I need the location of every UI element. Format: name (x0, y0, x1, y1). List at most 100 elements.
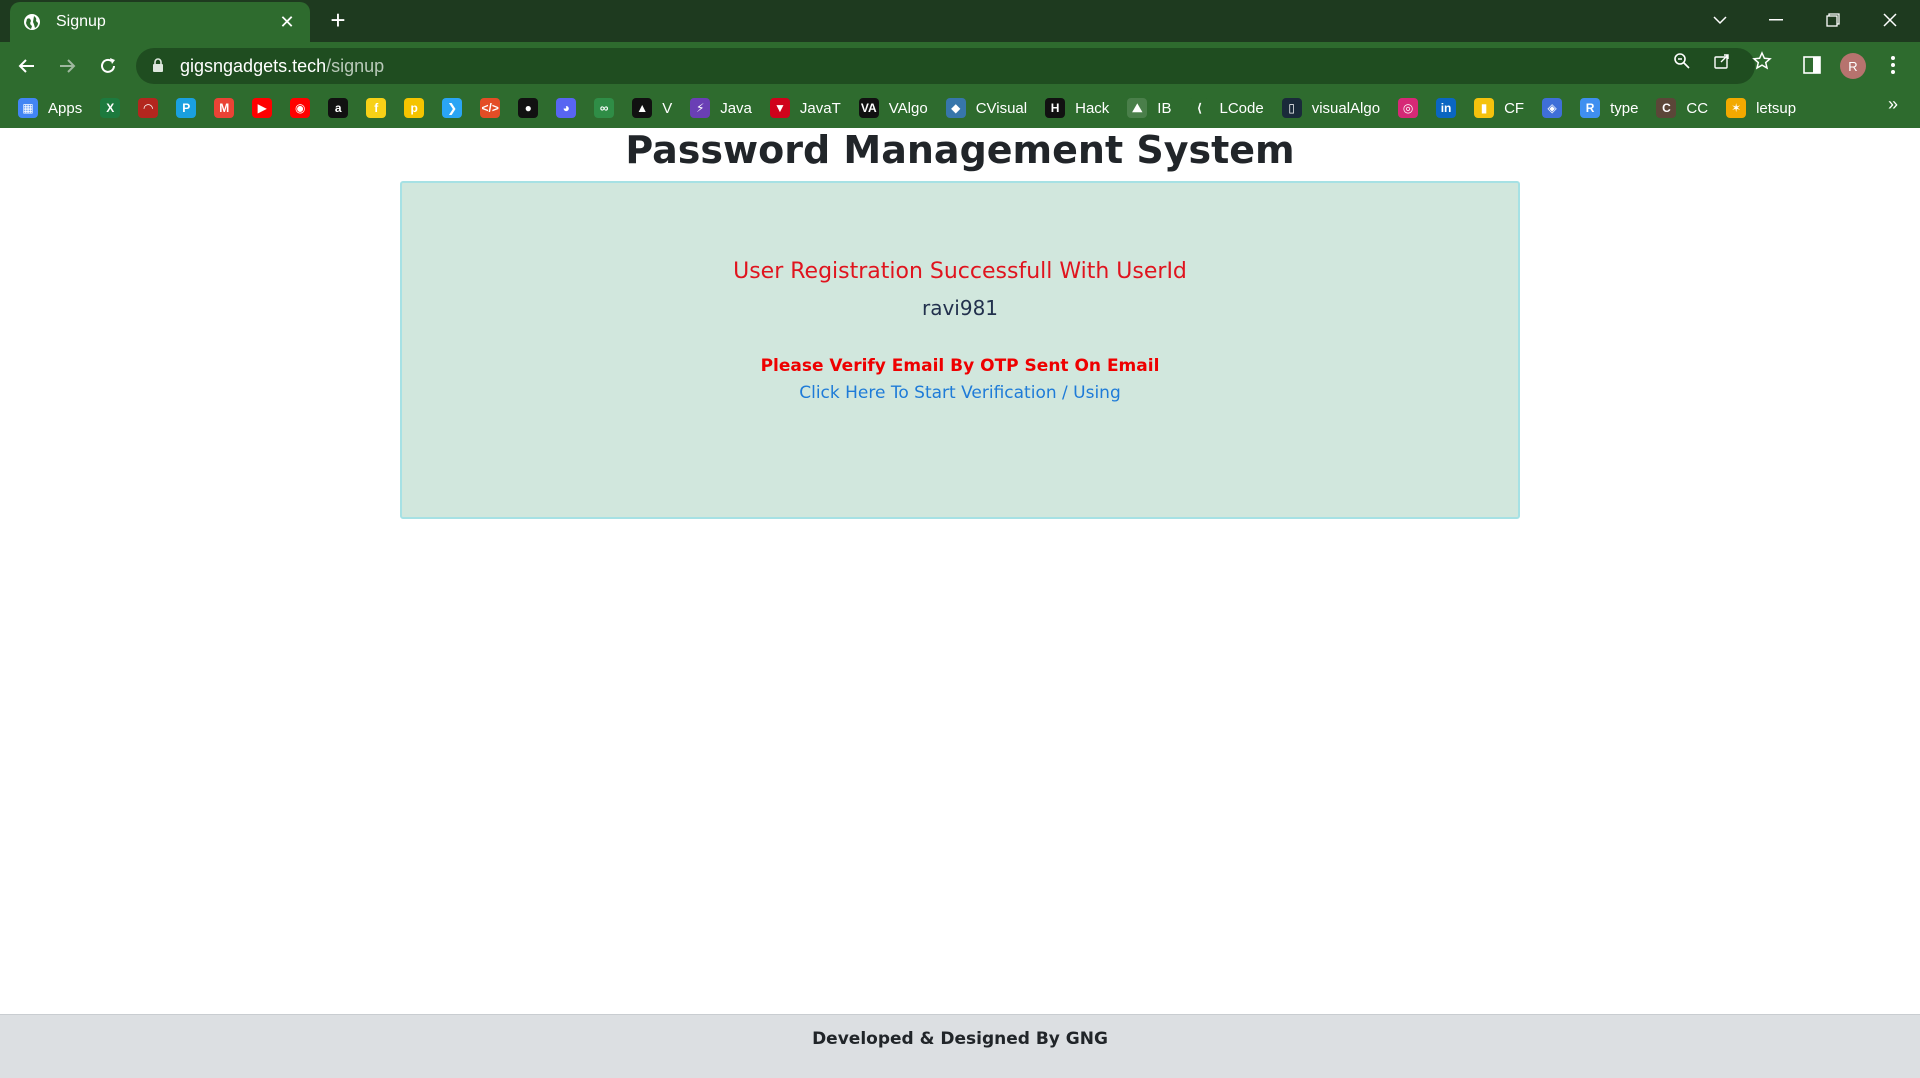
bookmark-github[interactable]: ● (518, 94, 539, 122)
bookmark-youtube[interactable]: ▶ (252, 94, 273, 122)
bookmark-hack[interactable]: H Hack (1045, 94, 1109, 122)
bookmark-flipkart[interactable]: f (366, 94, 387, 122)
bookmark-p[interactable]: p (404, 94, 425, 122)
arrow-icon: ❯ (442, 98, 463, 118)
youtube-music-icon: ◉ (290, 98, 311, 118)
codeforces-icon: ▮ (1474, 98, 1495, 118)
lock-icon (152, 58, 166, 74)
bookmark-discord[interactable]: ◕ (556, 94, 577, 122)
success-message: User Registration Successfull With UserI… (733, 259, 1187, 284)
bookmark-cc[interactable]: C CC (1656, 94, 1708, 122)
bookmark-label: CC (1686, 99, 1709, 117)
minimize-icon[interactable] (1756, 6, 1796, 34)
letsup-icon: ✶ (1726, 98, 1747, 118)
bookmark-cf[interactable]: ▮ CF (1474, 94, 1524, 122)
reload-icon[interactable] (92, 50, 124, 82)
bookmark-star-icon[interactable] (1751, 50, 1773, 72)
leetcode-icon: ⟨ (1189, 98, 1210, 118)
side-panel-icon[interactable] (1797, 50, 1827, 80)
bookmark-ib[interactable]: ⛰ IB (1127, 94, 1171, 122)
discord-icon: ◕ (556, 98, 577, 118)
bookmark-v[interactable]: ▲ V (632, 94, 672, 122)
bookmark-java[interactable]: ⚡ Java (690, 94, 752, 122)
github-icon: ● (518, 98, 539, 118)
bookmark-type[interactable]: Rtype (1580, 94, 1638, 122)
bookmark-gmail[interactable]: M (214, 94, 235, 122)
bookmark-cvisual[interactable]: ◆ CVisual (945, 94, 1027, 122)
paytm-icon: P (176, 98, 197, 118)
registration-success-card: User Registration Successfull With UserI… (400, 181, 1520, 519)
tab-search-icon[interactable] (1700, 6, 1740, 34)
bookmark-label: Hack (1075, 99, 1110, 117)
page-title: Password Management System (625, 128, 1295, 172)
bookmark-diamond[interactable]: ◈ (1542, 94, 1563, 122)
forward-arrow-icon[interactable] (51, 50, 83, 82)
back-arrow-icon[interactable] (11, 50, 43, 82)
url-path: /signup (326, 55, 385, 76)
va-icon: VA (858, 98, 879, 118)
v-triangle-icon: ▲ (632, 98, 653, 118)
bookmarks-overflow-icon[interactable]: » (1888, 94, 1898, 115)
apps-grid-icon: ▦ (18, 98, 38, 118)
typeracer-icon: R (1580, 98, 1601, 118)
speedometer-icon: ◠ (138, 98, 159, 118)
bookmark-label: CF (1504, 99, 1525, 117)
restore-icon[interactable] (1813, 6, 1853, 34)
share-icon[interactable] (1711, 50, 1733, 72)
bookmark-label: JavaT (799, 99, 841, 117)
bookmark-javat[interactable]: ▼ JavaT (769, 94, 841, 122)
verify-email-message: Please Verify Email By OTP Sent On Email (760, 356, 1160, 376)
url-domain: gigsngadgets.tech (180, 55, 327, 76)
bookmark-linkedin[interactable]: in (1436, 94, 1457, 122)
bolt-icon: ⚡ (690, 98, 711, 118)
bookmark-paytm[interactable]: P (176, 94, 197, 122)
amazon-icon: a (328, 98, 349, 118)
bookmark-apps[interactable]: ▦ Apps (18, 94, 82, 122)
bookmarks-bar: ▦ Apps X ◠ P M ▶ ◉ a f p ❯ </> ● ◕ ∞ ▲ V ⚡ Java ▼ JavaT VA VAlg… (0, 88, 1920, 128)
tab-strip: Signup ✕ + (0, 0, 1920, 42)
profile-avatar[interactable]: R (1840, 53, 1866, 79)
bookmark-label: VAlgo (888, 99, 928, 117)
bookmark-label: letsup (1756, 99, 1797, 117)
geeks-icon: ∞ (594, 98, 615, 118)
bookmark-youtube-music[interactable]: ◉ (290, 94, 311, 122)
flipkart-icon: f (366, 98, 387, 118)
bookmark-arrow[interactable]: ❯ (442, 94, 463, 122)
codechef-icon: C (1656, 98, 1677, 118)
bookmark-speedometer[interactable]: ◠ (138, 94, 159, 122)
new-tab-button[interactable]: + (324, 6, 352, 34)
excel-icon: X (100, 98, 121, 118)
bookmark-amazon[interactable]: a (328, 94, 349, 122)
bookmark-valgo[interactable]: VA VAlgo (858, 94, 928, 122)
diamond-icon: ◈ (1542, 98, 1563, 118)
bookmark-label: visualAlgo (1311, 99, 1381, 117)
bookmark-letsup[interactable]: ✶ letsup (1726, 94, 1796, 122)
visualalgo-icon: ▯ (1281, 98, 1302, 118)
bookmark-label: IB (1157, 99, 1172, 117)
p-icon: p (404, 98, 425, 118)
bookmark-instagram[interactable]: ◎ (1398, 94, 1419, 122)
tab-close-icon[interactable]: ✕ (276, 12, 298, 33)
close-window-icon[interactable] (1870, 6, 1910, 34)
gmail-icon: M (214, 98, 235, 118)
url-text: gigsngadgets.tech/signup (180, 56, 384, 77)
address-bar[interactable]: gigsngadgets.tech/signup (136, 48, 1755, 84)
bookmark-label: V (662, 99, 673, 117)
bookmark-lcode[interactable]: ⟨ LCode (1189, 94, 1264, 122)
start-verification-link[interactable]: Click Here To Start Verification / Using (799, 383, 1121, 403)
mountain-icon: ⛰ (1127, 98, 1148, 118)
bookmark-visualalgo[interactable]: ▯ visualAlgo (1281, 94, 1381, 122)
page-footer: Developed & Designed By GNG (0, 1014, 1920, 1078)
bookmark-label: type (1610, 99, 1639, 117)
tab-signup[interactable]: Signup ✕ (10, 2, 310, 42)
zoom-icon[interactable] (1671, 50, 1693, 72)
bookmark-geeks[interactable]: ∞ (594, 94, 615, 122)
instagram-icon: ◎ (1398, 98, 1419, 118)
user-id-value: ravi981 (921, 296, 999, 320)
python-icon: ◆ (945, 98, 966, 118)
menu-kebab-icon[interactable] (1878, 50, 1908, 80)
tab-title: Signup (56, 13, 106, 30)
bookmark-excel[interactable]: X (100, 94, 121, 122)
bookmark-code[interactable]: </> (480, 94, 501, 122)
bookmark-label: LCode (1219, 99, 1264, 117)
